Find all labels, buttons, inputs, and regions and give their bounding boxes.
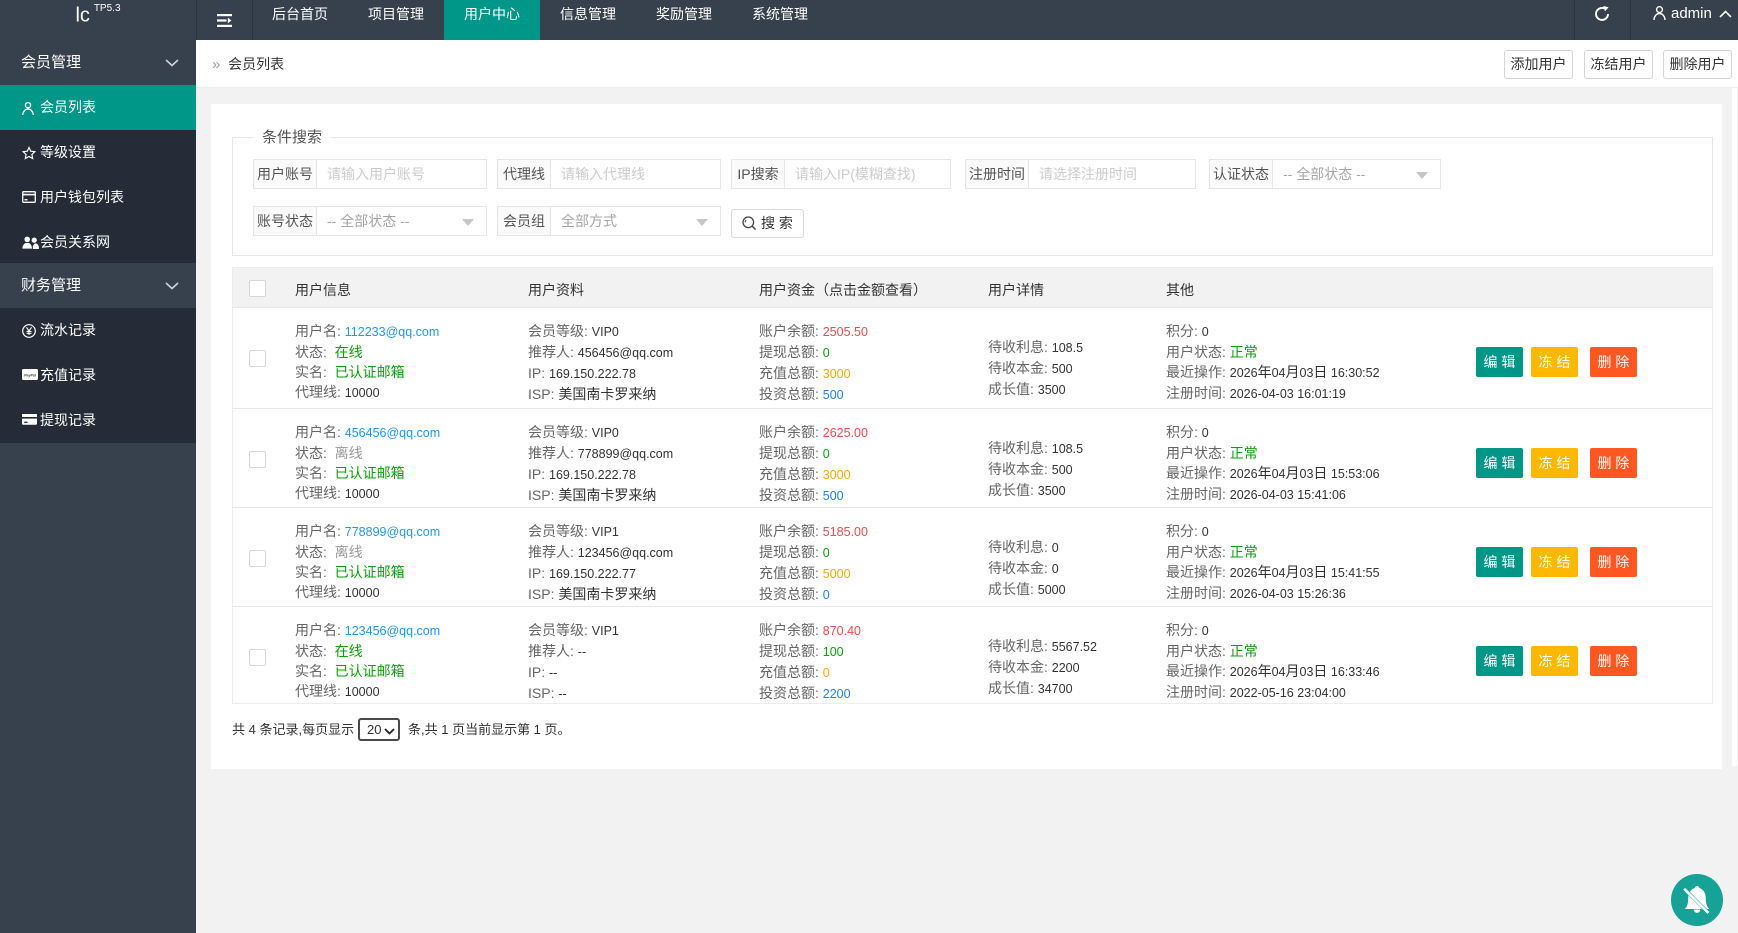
svg-text:PayPal: PayPal — [24, 373, 37, 377]
